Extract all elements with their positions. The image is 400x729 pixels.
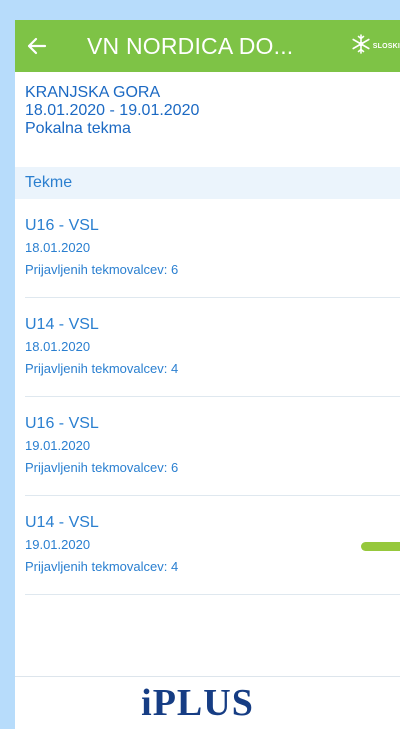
race-list: U16 - VSL 18.01.2020 Prijavljenih tekmov… — [25, 199, 400, 595]
scroll-indicator[interactable] — [361, 542, 400, 551]
sloski-logo: SLOSKI — [350, 33, 400, 60]
footer: iPLUS — [15, 676, 400, 729]
event-info: KRANJSKA GORA 18.01.2020 - 19.01.2020 Po… — [25, 84, 199, 138]
event-location: KRANJSKA GORA — [25, 84, 161, 101]
race-title: U16 - VSL — [25, 415, 99, 432]
race-item[interactable]: U16 - VSL 19.01.2020 Prijavljenih tekmov… — [25, 397, 400, 496]
race-item[interactable]: U14 - VSL 19.01.2020 Prijavljenih tekmov… — [25, 496, 400, 595]
app-bar: VN NORDICA DO... SLOSKI — [15, 20, 400, 72]
logo-text: SLOSKI — [372, 42, 400, 50]
race-item[interactable]: U14 - VSL 18.01.2020 Prijavljenih tekmov… — [25, 298, 400, 397]
race-registered-count: Prijavljenih tekmovalcev: 4 — [25, 361, 179, 376]
race-title: U14 - VSL — [25, 514, 99, 531]
race-date: 18.01.2020 — [25, 240, 91, 255]
race-registered-count: Prijavljenih tekmovalcev: 6 — [25, 460, 179, 475]
status-strip — [0, 0, 400, 20]
race-title: U14 - VSL — [25, 316, 99, 333]
race-title: U16 - VSL — [25, 217, 99, 234]
race-date: 19.01.2020 — [25, 537, 91, 552]
back-button[interactable] — [15, 20, 59, 72]
page-title: VN NORDICA DO... — [87, 32, 294, 59]
arrow-left-icon — [27, 37, 47, 55]
event-type: Pokalna tekma — [25, 120, 131, 137]
race-registered-count: Prijavljenih tekmovalcev: 4 — [25, 559, 179, 574]
iplus-logo: iPLUS — [141, 682, 254, 724]
race-date: 18.01.2020 — [25, 339, 91, 354]
section-header-races: Tekme — [15, 167, 400, 199]
snowflake-icon — [350, 33, 372, 60]
race-item[interactable]: U16 - VSL 18.01.2020 Prijavljenih tekmov… — [25, 199, 400, 298]
race-date: 19.01.2020 — [25, 438, 91, 453]
race-registered-count: Prijavljenih tekmovalcev: 6 — [25, 262, 179, 277]
event-dates: 18.01.2020 - 19.01.2020 — [25, 102, 200, 119]
